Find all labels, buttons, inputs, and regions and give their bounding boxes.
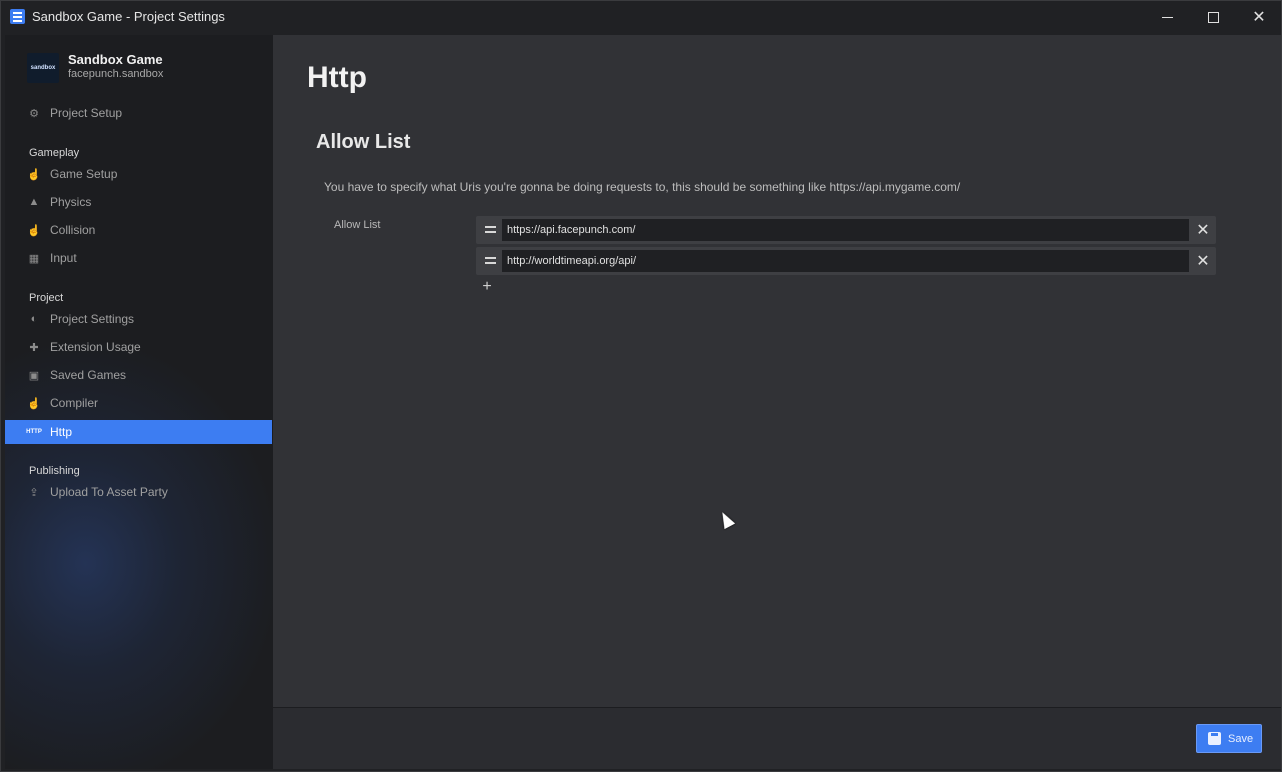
- floppy-disk-icon: ▣: [28, 369, 40, 382]
- remove-entry-button[interactable]: ✕: [1193, 219, 1213, 241]
- keyboard-icon: ▦: [28, 252, 40, 265]
- project-ident: facepunch.sandbox: [68, 68, 164, 80]
- sidebar-item-http[interactable]: HTTP Http: [5, 420, 272, 444]
- allow-list-label: Allow List: [334, 219, 381, 231]
- save-button-label: Save: [1228, 732, 1254, 745]
- window-title: Sandbox Game - Project Settings: [32, 9, 225, 24]
- sidebar-item-input[interactable]: ▦ Input: [5, 246, 272, 270]
- maximize-icon: [1207, 11, 1219, 23]
- sidebar-item-label: Upload To Asset Party: [50, 485, 168, 499]
- sidebar-item-upload-to-asset-party[interactable]: ⇪ Upload To Asset Party: [5, 480, 272, 504]
- sidebar-item-extension-usage[interactable]: ✚ Extension Usage: [5, 335, 272, 359]
- section-heading-gameplay: Gameplay: [29, 147, 80, 159]
- remove-entry-button[interactable]: ✕: [1193, 250, 1213, 272]
- maximize-button[interactable]: [1190, 1, 1236, 33]
- pointer-hand-icon: ☝: [27, 397, 41, 410]
- sidebar-item-label: Saved Games: [50, 368, 127, 382]
- toggle-icon: ◐: [30, 313, 38, 325]
- sidebar-item-label: Http: [50, 425, 73, 439]
- http-icon: HTTP: [26, 429, 42, 435]
- page-title: Http: [307, 61, 367, 94]
- sidebar-item-label: Project Settings: [50, 312, 135, 326]
- section-heading-publishing: Publishing: [29, 465, 80, 477]
- sidebar-item-label: Physics: [50, 195, 92, 209]
- upload-file-icon: ⇪: [29, 486, 39, 499]
- save-button[interactable]: Save: [1196, 724, 1262, 753]
- allow-list-row: ✕: [476, 247, 1216, 275]
- sidebar-item-label: Project Setup: [50, 106, 123, 120]
- section-title: Allow List: [316, 131, 411, 153]
- sidebar-item-saved-games[interactable]: ▣ Saved Games: [5, 363, 272, 387]
- sidebar-item-collision[interactable]: ☝ Collision: [5, 218, 272, 242]
- footer-bar: Save: [273, 707, 1281, 769]
- project-thumbnail: sandbox: [27, 53, 59, 83]
- pointer-hand-icon: ☝: [27, 224, 41, 237]
- minimize-button[interactable]: [1144, 1, 1190, 33]
- allow-list-url-input[interactable]: [502, 219, 1189, 241]
- sidebar-item-project-settings[interactable]: ◐ Project Settings: [5, 307, 272, 331]
- project-name: Sandbox Game: [68, 52, 163, 67]
- sidebar-item-physics[interactable]: ▲ Physics: [5, 190, 272, 214]
- sidebar-item-compiler[interactable]: ☝ Compiler: [5, 391, 272, 415]
- sidebar: sandbox Sandbox Game facepunch.sandbox ⚙…: [5, 35, 273, 769]
- project-settings-window: Sandbox Game - Project Settings ✕ sandbo…: [0, 0, 1282, 772]
- sidebar-item-label: Compiler: [50, 396, 99, 410]
- section-description: You have to specify what Uris you're gon…: [324, 180, 961, 194]
- drag-handle-icon[interactable]: [485, 226, 496, 233]
- allow-list-row: ✕: [476, 216, 1216, 244]
- floppy-disk-icon: [1208, 732, 1221, 745]
- add-entry-button[interactable]: +: [479, 278, 495, 295]
- gear-icon: ⚙: [29, 107, 39, 120]
- shapes-icon: ▲: [28, 196, 40, 208]
- close-window-button[interactable]: ✕: [1236, 1, 1282, 33]
- allow-list-url-input[interactable]: [502, 250, 1189, 272]
- drag-handle-icon[interactable]: [485, 257, 496, 264]
- sidebar-item-game-setup[interactable]: ☝ Game Setup: [5, 162, 272, 186]
- minimize-icon: [1161, 16, 1173, 18]
- title-bar[interactable]: Sandbox Game - Project Settings ✕: [1, 1, 1281, 33]
- sidebar-item-project-setup[interactable]: ⚙ Project Setup: [5, 101, 272, 125]
- sidebar-item-label: Game Setup: [50, 167, 118, 181]
- close-icon: ✕: [1252, 9, 1266, 26]
- content-panel: Http Allow List You have to specify what…: [273, 35, 1281, 707]
- pointer-hand-icon: ☝: [27, 168, 41, 181]
- section-heading-project: Project: [29, 292, 64, 304]
- sidebar-item-label: Collision: [50, 223, 96, 237]
- puzzle-icon: ✚: [29, 341, 39, 354]
- sidebar-item-label: Extension Usage: [50, 340, 141, 354]
- settings-sliders-icon: [10, 9, 25, 24]
- sidebar-item-label: Input: [50, 251, 77, 265]
